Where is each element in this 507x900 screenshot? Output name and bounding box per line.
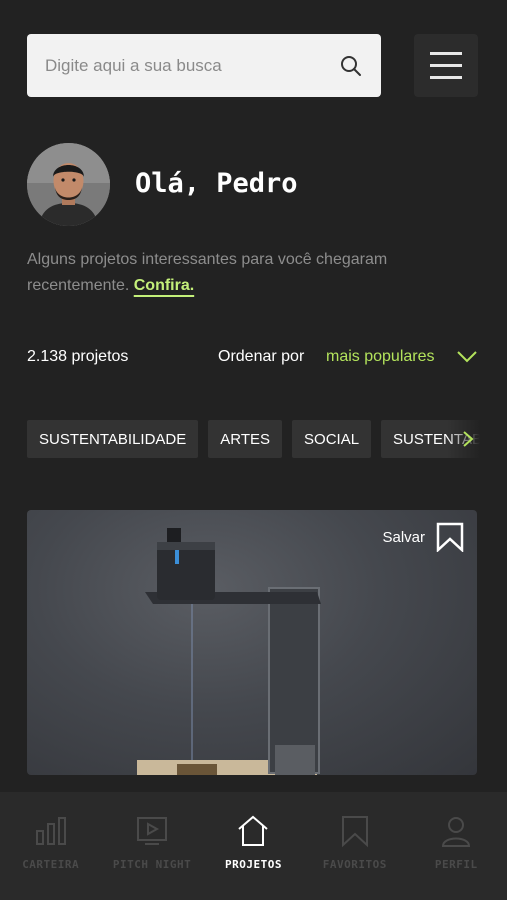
tag-social[interactable]: SOCIAL [292, 420, 372, 458]
avatar-image [27, 143, 110, 226]
project-card[interactable]: Salvar [27, 510, 477, 775]
bottom-navigation: CARTEIRA PITCH NIGHT PROJETOS FAVORITOS … [0, 792, 507, 900]
video-play-icon [137, 817, 168, 845]
nav-label-pitch-night: PITCH NIGHT [112, 858, 192, 871]
hamburger-icon [430, 52, 462, 55]
nav-label-favoritos: FAVORITOS [322, 858, 387, 871]
nav-label-carteira: CARTEIRA [22, 858, 80, 871]
category-tags: SUSTENTABILIDADE ARTES SOCIAL SUSTENTABI… [27, 420, 507, 458]
bookmark-icon [436, 522, 464, 552]
nav-label-projetos: PROJETOS [224, 858, 282, 871]
tags-scroll-button[interactable] [447, 420, 507, 458]
tag-sustentabilidade[interactable]: SUSTENTABILIDADE [27, 420, 199, 458]
sort-dropdown[interactable]: mais populares [326, 348, 435, 366]
sort-label: Ordenar por [218, 348, 305, 365]
project-count: 2.138 projetos [27, 348, 129, 365]
greeting-title: Olá, Pedro [135, 168, 298, 199]
intro-text: Alguns projetos interessantes para você … [27, 247, 477, 299]
confira-link[interactable]: Confira. [134, 277, 194, 294]
bookmark-icon [341, 816, 368, 848]
chevron-down-icon[interactable] [455, 347, 479, 367]
search-input[interactable] [45, 55, 339, 76]
save-label: Salvar [382, 528, 425, 546]
home-icon [238, 815, 269, 846]
avatar[interactable] [27, 143, 110, 226]
intro-message: Alguns projetos interessantes para você … [27, 251, 388, 294]
nav-label-perfil: PERFIL [434, 858, 478, 871]
bar-chart-icon [35, 817, 66, 845]
search-icon[interactable] [339, 54, 363, 78]
nav-item-favoritos[interactable]: FAVORITOS [305, 814, 405, 871]
nav-item-projetos[interactable]: PROJETOS [203, 814, 303, 871]
chevron-right-icon [463, 431, 474, 447]
nav-item-pitch-night[interactable]: PITCH NIGHT [102, 814, 202, 871]
save-button[interactable]: Salvar [382, 522, 465, 552]
nav-item-carteira[interactable]: CARTEIRA [1, 814, 101, 871]
tag-artes[interactable]: ARTES [208, 420, 283, 458]
search-bar[interactable] [27, 34, 381, 97]
nav-item-perfil[interactable]: PERFIL [406, 814, 506, 871]
menu-button[interactable] [414, 34, 478, 97]
user-icon [442, 817, 471, 847]
